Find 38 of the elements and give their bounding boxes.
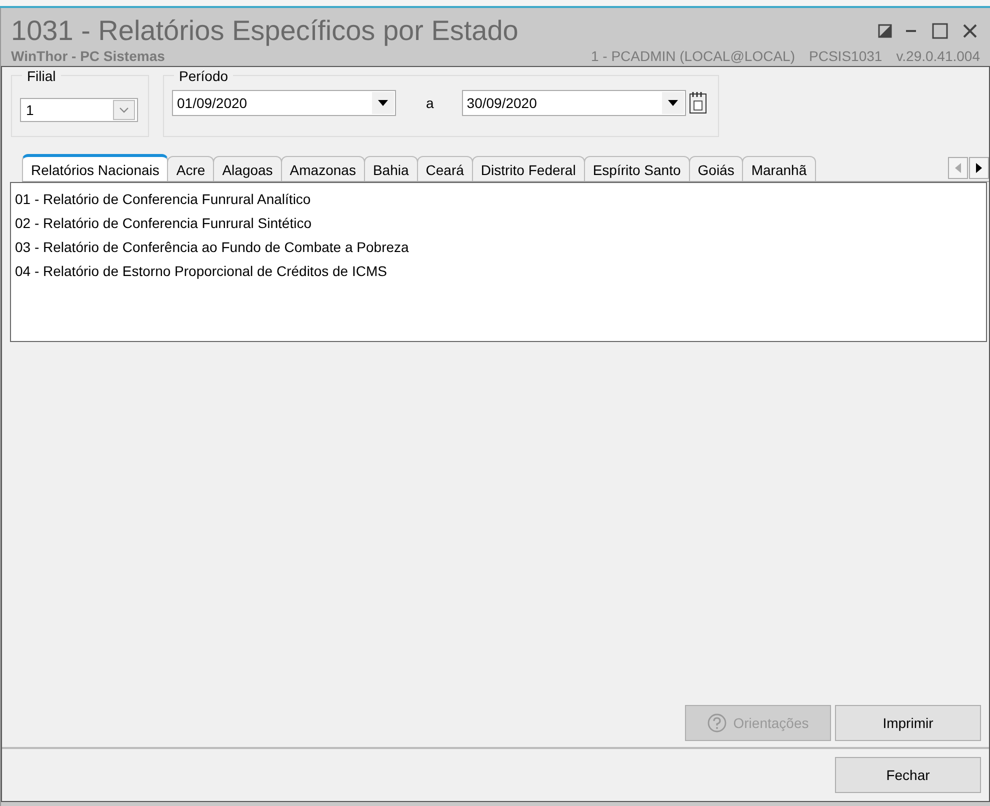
restore-icon[interactable] [878, 24, 892, 38]
tab[interactable]: Alagoas [213, 156, 282, 181]
maximize-icon[interactable] [932, 23, 948, 39]
button[interactable]: Imprimir [835, 705, 981, 741]
group-label: Filial [22, 68, 61, 84]
filial-dropdown[interactable]: 1 [20, 98, 138, 122]
window-title: 1031 - Relatórios Específicos por Estado [11, 14, 518, 48]
dropdown-value: 1 [26, 102, 34, 118]
scroll-right-button[interactable] [969, 157, 989, 179]
date-field[interactable]: 30/09/2020 [462, 90, 686, 116]
version-label: v.29.0.41.004 [896, 48, 980, 64]
chevron-down-icon [119, 107, 129, 113]
date-field[interactable]: 01/09/2020 [172, 90, 396, 116]
report-item[interactable]: 04 - Relatório de Estorno Proporcional de Créditos de ICMS [15, 259, 982, 283]
tab[interactable]: Maranhã [742, 156, 816, 181]
minimize-icon[interactable] [906, 29, 918, 33]
tab[interactable]: Relatórios Nacionais [22, 154, 168, 181]
report-item[interactable]: 01 - Relatório de Conferencia Funrural Analítico [15, 187, 982, 211]
close-icon[interactable] [962, 23, 978, 39]
range-separator: a [426, 95, 434, 111]
group-label: Período [174, 68, 234, 84]
app-name: WinThor - PC Sistemas [11, 48, 165, 64]
triangle-left-icon [955, 163, 961, 173]
calendar-icon[interactable] [688, 91, 708, 115]
report-item[interactable]: 02 - Relatório de Conferencia Funrural Sintético [15, 211, 982, 235]
close-button[interactable]: Fechar [835, 757, 981, 793]
triangle-down-icon [378, 100, 388, 106]
routine-code: PCSIS1031 [809, 48, 882, 64]
triangle-down-icon [668, 100, 678, 106]
tab[interactable]: Espírito Santo [584, 156, 690, 181]
dropdown-button[interactable] [372, 92, 394, 114]
help-icon [707, 713, 728, 733]
report-item[interactable]: 03 - Relatório de Conferência ao Fundo de Combate a Pobreza [15, 235, 982, 259]
date-value: 30/09/2020 [466, 95, 537, 111]
triangle-right-icon [976, 163, 982, 173]
user-info: 1 - PCADMIN (LOCAL@LOCAL) [590, 48, 796, 64]
date-value: 01/09/2020 [177, 95, 248, 111]
dropdown-button[interactable] [662, 92, 684, 114]
